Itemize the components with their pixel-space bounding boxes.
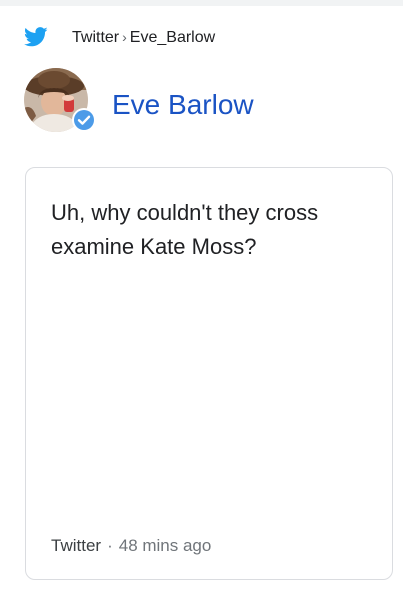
breadcrumb[interactable]: Twitter › Eve_Barlow	[72, 26, 215, 49]
twitter-bird-icon	[23, 27, 48, 47]
tweet-footer: Twitter · 48 mins ago	[51, 535, 211, 557]
tweet-timestamp: 48 mins ago	[118, 536, 212, 555]
author-row[interactable]	[24, 66, 96, 134]
source-row[interactable]	[23, 26, 48, 48]
avatar-container[interactable]	[24, 66, 96, 134]
tweet-source: Twitter	[51, 536, 102, 555]
breadcrumb-site: Twitter	[72, 29, 120, 46]
tweet-card[interactable]: Uh, why couldn't they cross examine Kate…	[25, 167, 393, 580]
author-name-link[interactable]: Eve Barlow	[112, 88, 254, 122]
top-divider	[0, 0, 403, 6]
tweet-result-page: Twitter › Eve_Barlow Eve Barlow Uh, why …	[0, 0, 403, 600]
tweet-text: Uh, why couldn't they cross examine Kate…	[51, 200, 319, 259]
footer-dot: ·	[107, 536, 113, 555]
breadcrumb-handle: Eve_Barlow	[129, 29, 216, 46]
breadcrumb-separator: ›	[122, 29, 127, 45]
verified-badge-icon	[72, 108, 96, 132]
